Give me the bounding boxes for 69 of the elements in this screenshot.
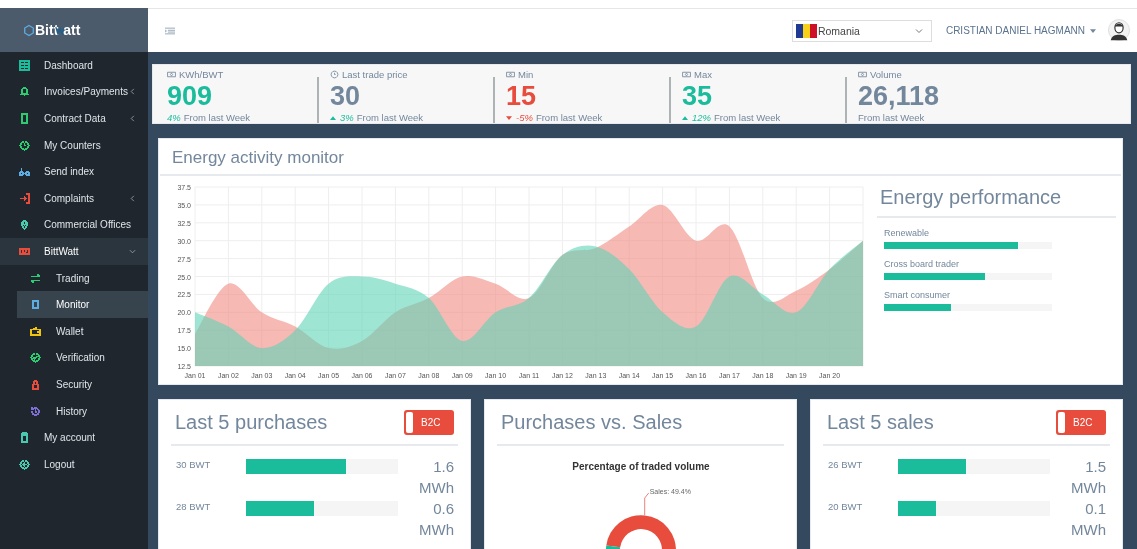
logo[interactable]: Bitt att: [24, 22, 81, 38]
stat-note: From last Week: [535, 112, 603, 123]
sidebar-item[interactable]: Logout: [0, 450, 148, 478]
menu-toggle-icon[interactable]: [165, 26, 175, 35]
change-percent: 3%: [340, 112, 354, 123]
chevron-down-icon: [914, 26, 923, 35]
flag-icon: [795, 23, 817, 38]
leader-line: [643, 492, 649, 516]
row-value: 0.6 MWh: [418, 499, 454, 540]
chart-title: Percentage of traded volume: [571, 461, 710, 472]
stat-note: From last Week: [183, 112, 251, 123]
sidebar-item[interactable]: Invoices/Payments: [0, 78, 148, 106]
banknote-icon: [682, 70, 691, 79]
change-percent: 4%: [167, 112, 181, 123]
panel-title: Energy performance: [877, 182, 1116, 218]
banknote-icon: [858, 70, 867, 79]
sidebar-subitem[interactable]: Wallet: [17, 317, 148, 345]
card-title: Last 5 sales: [827, 410, 934, 434]
card-title: Purchases vs. Sales: [501, 410, 683, 434]
stat-value: 35: [682, 80, 714, 112]
sidebar-subitem[interactable]: History: [17, 397, 148, 425]
banknote-icon: [506, 70, 515, 79]
hexagon-logo-icon: [24, 23, 34, 37]
banknote-icon: [167, 70, 176, 79]
row-value: 1.5 MWh: [1070, 457, 1106, 498]
caret-down-icon: [1090, 28, 1096, 33]
row-value: 0.1 MWh: [1070, 499, 1106, 540]
stat-note: From last Week: [858, 112, 925, 123]
row-label: 28 BWT: [176, 500, 212, 512]
sidebar-item[interactable]: Contract Data: [0, 105, 148, 132]
sidebar-item[interactable]: Dashboard: [0, 52, 148, 79]
toggle-switch[interactable]: B2C: [404, 409, 454, 435]
country-select[interactable]: Romania: [791, 19, 932, 42]
progress-label: Smart consumer: [884, 290, 952, 300]
stat-label: Last trade price: [330, 69, 493, 80]
sidebar-item[interactable]: BittWatt: [0, 238, 148, 265]
avatar-icon[interactable]: [1108, 18, 1130, 43]
row-label: 30 BWT: [176, 458, 212, 470]
stat-value: 909: [167, 80, 214, 112]
sidebar-item[interactable]: Send index: [0, 158, 148, 185]
sidebar-item[interactable]: My account: [0, 424, 148, 451]
change-percent: -5%: [516, 112, 533, 123]
sidebar-subitem[interactable]: Trading: [17, 264, 148, 292]
stat-value: 15: [506, 80, 538, 112]
toggle-switch[interactable]: B2C: [1056, 409, 1106, 435]
user-menu[interactable]: CRISTIAN DANIEL HAGMANN: [945, 25, 1096, 36]
row-value: 1.6 MWh: [418, 457, 454, 498]
stat-note: From last Week: [356, 112, 424, 123]
sidebar-item[interactable]: Commercial Offices: [0, 211, 148, 239]
sidebar-item[interactable]: Complaints: [0, 184, 148, 212]
stat-label: KWh/BWT: [167, 69, 317, 80]
sidebar-subitem[interactable]: Monitor: [17, 291, 148, 318]
row-label: 20 BWT: [828, 500, 864, 512]
sidebar-item[interactable]: My Counters: [0, 131, 148, 159]
card-title: Last 5 purchases: [175, 410, 328, 434]
stat-value: 26,118: [858, 80, 941, 112]
stat-value: 30: [330, 80, 362, 112]
card-title: Energy activity monitor: [160, 139, 1121, 176]
row-label: 26 BWT: [828, 458, 864, 470]
stat-label: Min: [506, 69, 669, 80]
clock-icon: [330, 70, 339, 79]
stat-note: From last Week: [714, 112, 781, 123]
change-percent: 12%: [692, 112, 711, 123]
sidebar-subitem[interactable]: Verification: [17, 344, 148, 372]
sidebar-subitem[interactable]: Security: [17, 371, 148, 398]
progress-label: Renewable: [884, 228, 931, 238]
stat-label: Max: [682, 69, 845, 80]
stat-label: Volume: [858, 69, 1021, 80]
progress-label: Cross board trader: [884, 259, 961, 269]
